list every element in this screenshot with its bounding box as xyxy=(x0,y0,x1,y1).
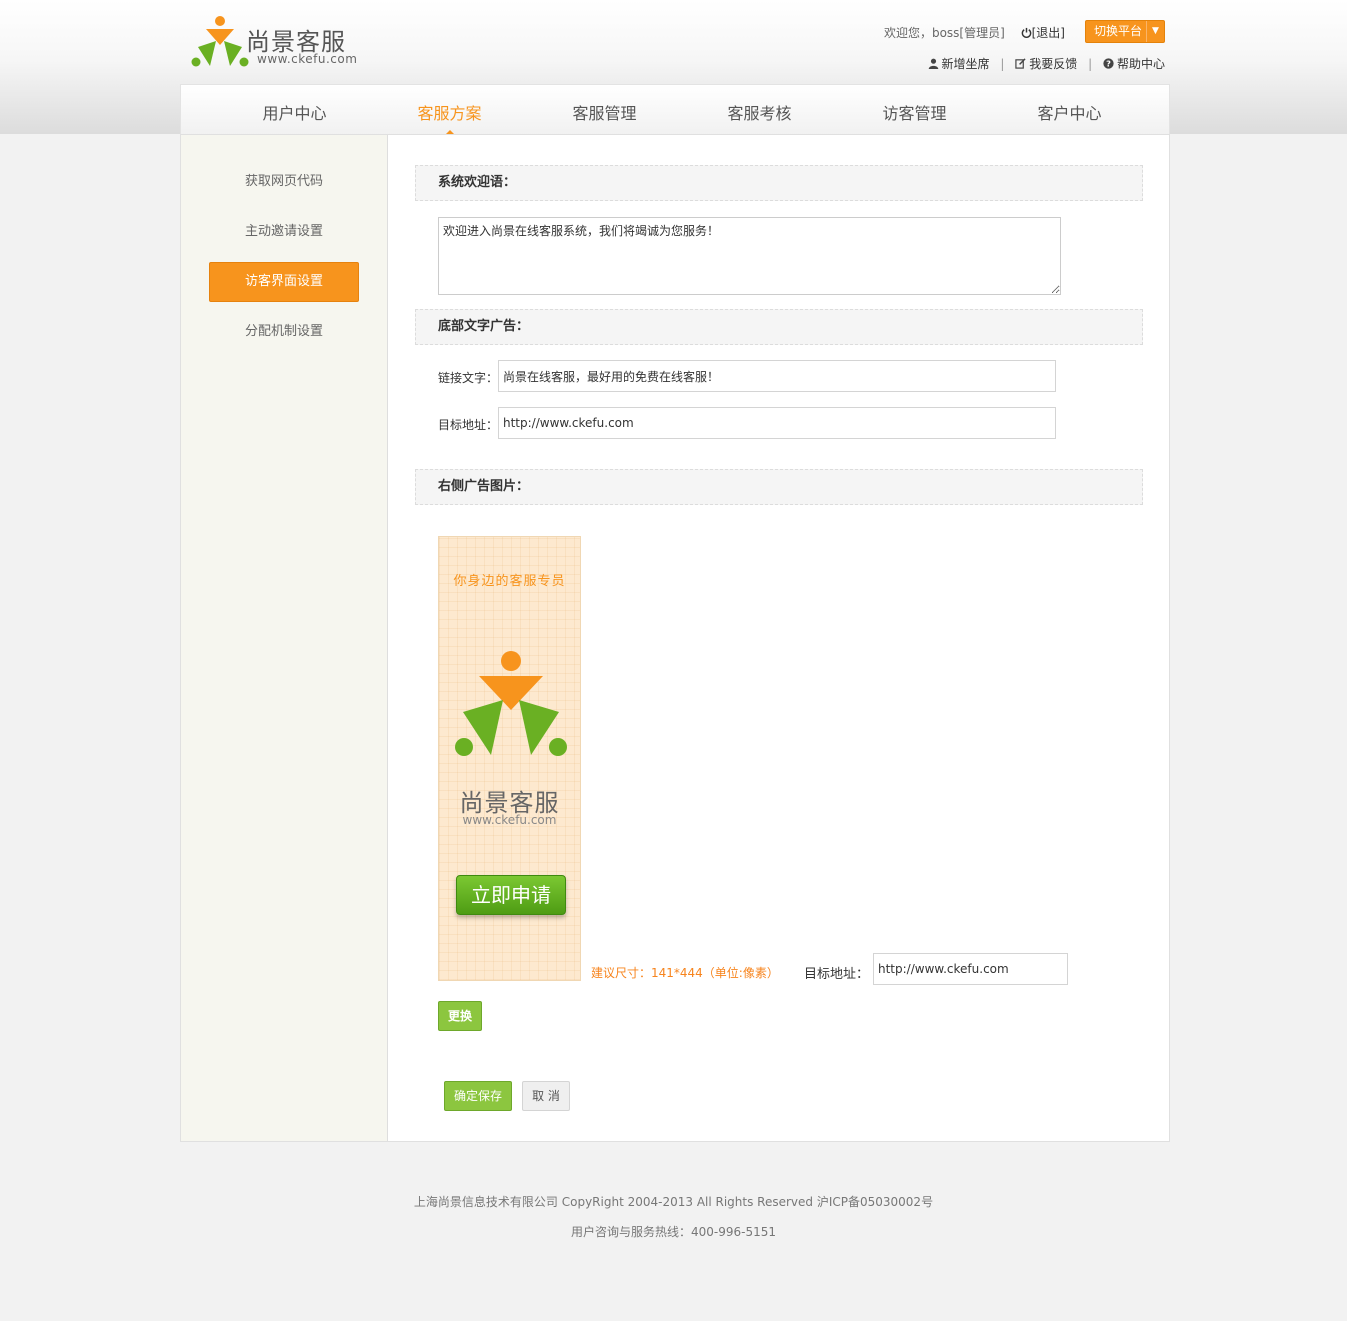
main-nav: 用户中心 客服方案 客服管理 客服考核 访客管理 客户中心 xyxy=(180,84,1170,135)
section-welcome-title: 系统欢迎语： xyxy=(415,165,1143,201)
ad-logo-icon xyxy=(455,651,567,756)
sidebar: 获取网页代码 主动邀请设置 访客界面设置 分配机制设置 xyxy=(181,135,388,1141)
footer-copyright: 上海尚景信息技术有限公司 CopyRight 2004-2013 All Rig… xyxy=(413,1195,934,1209)
caret-down-icon: ▼ xyxy=(1146,21,1164,42)
welcome-message-textarea[interactable]: 欢迎进入尚景在线客服系统，我们将竭诚为您服务！ xyxy=(438,217,1061,295)
target-url-label: 目标地址： xyxy=(438,418,499,432)
footer-hotline: 用户咨询与服务热线：400-996-5151 xyxy=(570,1225,776,1239)
link-text-label: 链接文字： xyxy=(438,371,499,385)
nav-user-center[interactable]: 用户中心 xyxy=(217,100,372,124)
edit-icon xyxy=(1015,58,1026,69)
add-agent-link[interactable]: 新增坐席 xyxy=(928,57,994,71)
logout-link[interactable]: [退出] xyxy=(1021,26,1065,40)
ad-target-label: 目标地址： xyxy=(804,967,870,982)
content-area: 系统欢迎语： 欢迎进入尚景在线客服系统，我们将竭诚为您服务！ 底部文字广告： 链… xyxy=(388,135,1169,1141)
logo-url: www.ckefu.com xyxy=(257,52,358,66)
ad-target-url-input[interactable] xyxy=(873,953,1068,985)
logo-icon xyxy=(191,16,249,67)
help-link[interactable]: ? 帮助中心 xyxy=(1099,57,1165,71)
sidebar-item-get-code[interactable]: 获取网页代码 xyxy=(209,162,359,202)
ad-slogan: 你身边的客服专员 xyxy=(453,574,566,589)
welcome-bar: 欢迎您，boss[管理员] [退出] xyxy=(884,24,1065,41)
cancel-button[interactable]: 取 消 xyxy=(522,1081,570,1111)
svg-text:?: ? xyxy=(1106,58,1111,68)
nav-customer-center[interactable]: 客户中心 xyxy=(992,100,1147,124)
section-footer-ad-title: 底部文字广告： xyxy=(415,309,1143,345)
nav-service-management[interactable]: 客服管理 xyxy=(527,100,682,124)
divider: | xyxy=(1088,57,1093,71)
nav-visitor-management[interactable]: 访客管理 xyxy=(837,100,992,124)
sidebar-item-invite-settings[interactable]: 主动邀请设置 xyxy=(209,212,359,252)
help-icon: ? xyxy=(1103,58,1114,69)
add-agent-label: 新增坐席 xyxy=(941,57,990,71)
ad-apply-button: 立即申请 xyxy=(456,875,566,915)
save-button[interactable]: 确定保存 xyxy=(444,1081,512,1111)
replace-image-button[interactable]: 更换 xyxy=(438,1001,482,1031)
ad-brand-url: www.ckefu.com xyxy=(462,813,557,827)
logout-label: [退出] xyxy=(1031,26,1065,40)
power-icon xyxy=(1021,27,1031,38)
sidebar-item-visitor-ui[interactable]: 访客界面设置 xyxy=(209,262,359,302)
main-panel: 获取网页代码 主动邀请设置 访客界面设置 分配机制设置 系统欢迎语： 欢迎进入尚… xyxy=(180,134,1170,1142)
feedback-link[interactable]: 我要反馈 xyxy=(1011,57,1081,71)
header: 尚景客服 www.ckefu.com 欢迎您，boss[管理员] [退出] 切换… xyxy=(180,0,1170,85)
welcome-text: 欢迎您，boss[管理员] xyxy=(883,26,1005,40)
nav-service-assessment[interactable]: 客服考核 xyxy=(682,100,837,124)
help-label: 帮助中心 xyxy=(1116,57,1165,71)
top-links: 新增坐席 | 我要反馈 | ? 帮助中心 xyxy=(928,55,1165,72)
switch-platform-label: 切换平台 xyxy=(1094,24,1143,38)
target-url-input[interactable] xyxy=(498,407,1056,439)
ad-size-hint: 建议尺寸：141*444（单位:像素） xyxy=(591,966,779,980)
switch-platform-button[interactable]: 切换平台 ▼ xyxy=(1085,20,1165,43)
user-icon xyxy=(928,58,938,69)
link-text-input[interactable] xyxy=(498,360,1056,392)
section-right-ad-title: 右侧广告图片： xyxy=(415,469,1143,505)
divider: | xyxy=(1000,57,1005,71)
nav-service-plan[interactable]: 客服方案 xyxy=(372,100,527,134)
ad-image-preview: 你身边的客服专员 尚景客服 www.ckefu.com 立即申请 xyxy=(438,536,581,981)
sidebar-item-allocation[interactable]: 分配机制设置 xyxy=(209,312,359,352)
feedback-label: 我要反馈 xyxy=(1029,57,1078,71)
